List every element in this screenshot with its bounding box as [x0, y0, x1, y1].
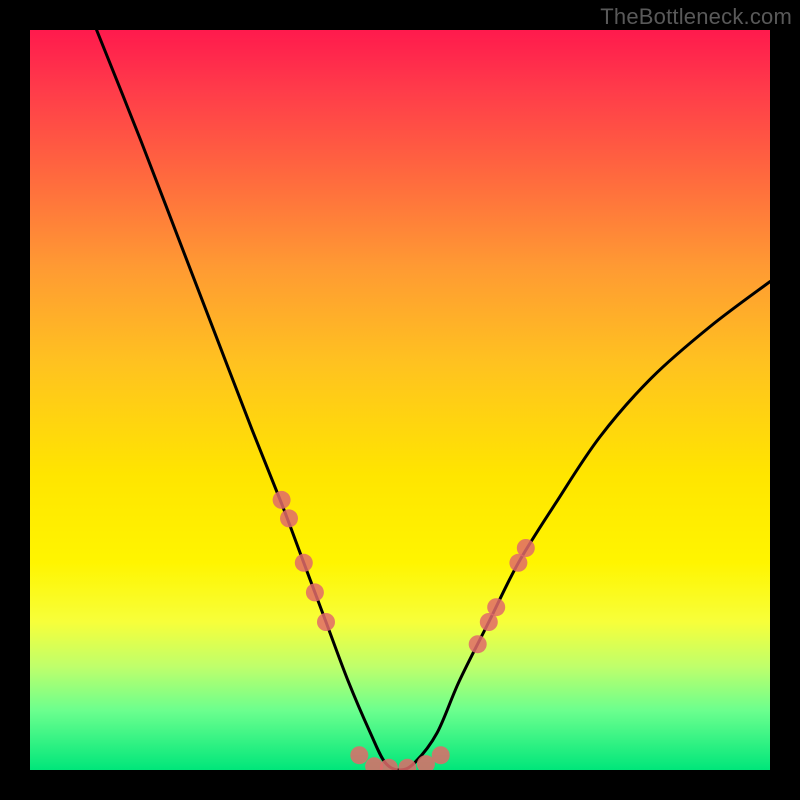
data-marker — [280, 509, 298, 527]
plot-area — [30, 30, 770, 770]
chart-frame: TheBottleneck.com — [0, 0, 800, 800]
data-marker — [295, 554, 313, 572]
data-marker — [469, 635, 487, 653]
bottleneck-curve — [97, 30, 770, 770]
data-marker — [273, 491, 291, 509]
data-marker — [306, 583, 324, 601]
attribution-text: TheBottleneck.com — [600, 4, 792, 30]
marker-group — [273, 491, 535, 770]
data-marker — [317, 613, 335, 631]
data-marker — [517, 539, 535, 557]
data-marker — [432, 746, 450, 764]
data-marker — [487, 598, 505, 616]
data-marker — [350, 746, 368, 764]
data-marker — [398, 759, 416, 770]
curve-svg — [30, 30, 770, 770]
